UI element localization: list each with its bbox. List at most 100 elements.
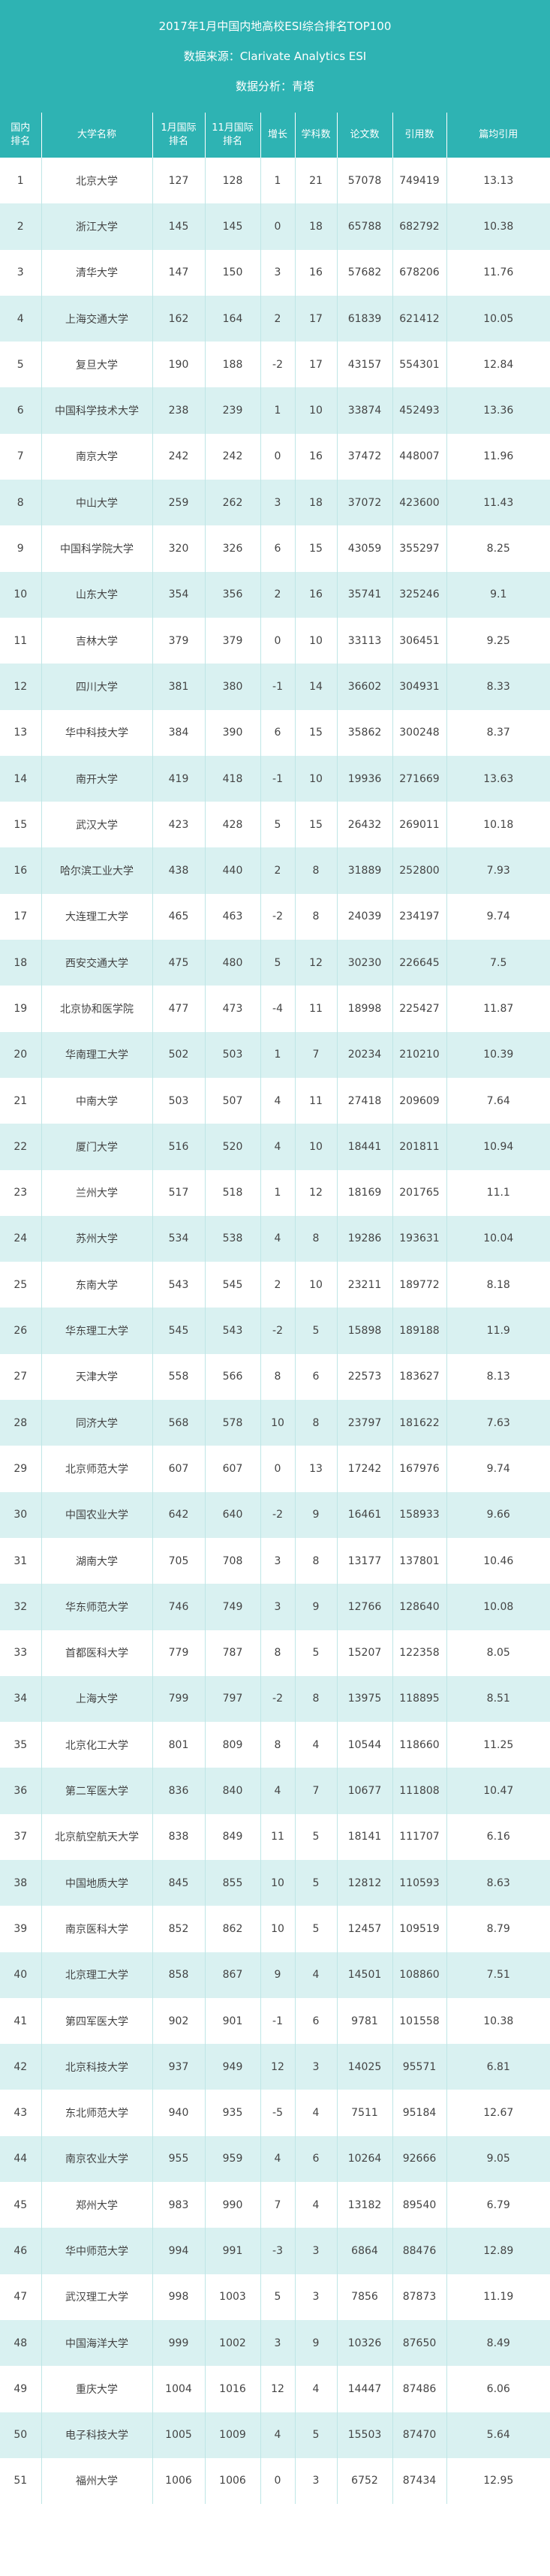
cell-citation-count: 355297 xyxy=(392,525,447,572)
cell-subject-count: 17 xyxy=(295,342,338,388)
table-row: 9 中国科学院大学 320 326 6 15 43059 355297 8.25 xyxy=(0,525,550,572)
table-row: 25 东南大学 543 545 2 10 23211 189772 8.18 xyxy=(0,1262,550,1308)
table-row: 50 电子科技大学 1005 1009 4 5 15503 87470 5.64 xyxy=(0,2412,550,2458)
cell-rank-nov-intl: 538 xyxy=(205,1215,261,1262)
cell-university-name: 南京医科大学 xyxy=(41,1906,153,1952)
cell-citation-count: 101558 xyxy=(392,1997,447,2045)
table-row: 51 福州大学 1006 1006 0 3 6752 87434 12.95 xyxy=(0,2457,550,2505)
cell-university-name: 华中科技大学 xyxy=(41,709,153,756)
column-header-university-name: 大学名称 xyxy=(41,113,153,158)
table-row: 37 北京航空航天大学 838 849 11 5 18141 111707 6.16 xyxy=(0,1813,550,1860)
cell-rank-nov-intl: 545 xyxy=(205,1262,261,1308)
cell-rank-nov-intl: 473 xyxy=(205,986,261,1032)
cell-rank-domestic: 15 xyxy=(0,802,42,848)
cell-university-name: 湖南大学 xyxy=(41,1537,153,1584)
cell-university-name: 浙江大学 xyxy=(41,203,153,250)
cell-rank-change: -2 xyxy=(260,1675,296,1723)
cell-rank-domestic: 44 xyxy=(0,2135,42,2183)
cell-avg-citations: 8.25 xyxy=(486,543,510,555)
table-row: 22 厦门大学 516 520 4 10 18441 201811 10.94 xyxy=(0,1124,550,1170)
cell-citation-count: 109519 xyxy=(392,1906,447,1952)
cell-rank-domestic: 40 xyxy=(0,1952,42,1998)
cell-rank-domestic: 24 xyxy=(0,1215,42,1262)
cell-subject-count: 4 xyxy=(295,2182,338,2228)
cell-paper-count: 33113 xyxy=(337,617,393,664)
cell-rank-jan-intl: 503 xyxy=(152,1077,206,1124)
cell-university-name: 北京化工大学 xyxy=(41,1722,153,1768)
cell-rank-change: 4 xyxy=(260,2135,296,2183)
cell-university-name: 上海交通大学 xyxy=(41,295,153,342)
cell-subject-count: 6 xyxy=(295,1353,338,1401)
cell-university-name: 中南大学 xyxy=(41,1077,153,1124)
cell-rank-jan-intl: 994 xyxy=(152,2228,206,2274)
cell-paper-count: 6752 xyxy=(337,2457,393,2505)
cell-rank-jan-intl: 999 xyxy=(152,2319,206,2367)
cell-rank-nov-intl: 326 xyxy=(205,525,261,572)
table-row: 5 复旦大学 190 188 -2 17 43157 554301 12.84 xyxy=(0,342,550,388)
cell-rank-nov-intl: 708 xyxy=(205,1537,261,1584)
cell-rank-change: 1 xyxy=(260,1169,296,1216)
cell-paper-count: 27418 xyxy=(337,1077,393,1124)
cell-paper-count: 12457 xyxy=(337,1906,393,1952)
cell-university-name: 华东师范大学 xyxy=(41,1584,153,1630)
cell-avg-citations: 8.05 xyxy=(486,1647,510,1660)
cell-subject-count: 4 xyxy=(295,1722,338,1768)
table-row: 15 武汉大学 423 428 5 15 26432 269011 10.18 xyxy=(0,802,550,848)
table-row: 14 南开大学 419 418 -1 10 19936 271669 13.63 xyxy=(0,755,550,802)
cell-university-name: 北京航空航天大学 xyxy=(41,1813,153,1860)
table-row: 42 北京科技大学 937 949 12 3 14025 95571 6.81 xyxy=(0,2044,550,2090)
cell-avg-citations: 8.33 xyxy=(486,680,510,693)
cell-rank-nov-intl: 145 xyxy=(205,203,261,250)
cell-citation-count: 452493 xyxy=(392,387,447,434)
cell-rank-nov-intl: 949 xyxy=(205,2044,261,2090)
cell-rank-change: -2 xyxy=(260,1491,296,1538)
cell-rank-nov-intl: 262 xyxy=(205,480,261,526)
cell-avg-citations: 13.13 xyxy=(483,174,514,187)
cell-subject-count: 8 xyxy=(295,893,338,940)
cell-avg-citations: 9.74 xyxy=(486,1462,510,1475)
cell-avg-citations: 7.5 xyxy=(490,956,507,969)
cell-university-name: 福州大学 xyxy=(41,2457,153,2505)
cell-paper-count: 13177 xyxy=(337,1537,393,1584)
cell-citation-count: 183627 xyxy=(392,1353,447,1401)
cell-avg-citations: 6.16 xyxy=(486,1831,510,1843)
cell-rank-domestic: 32 xyxy=(0,1584,42,1630)
cell-rank-domestic: 27 xyxy=(0,1353,42,1401)
cell-rank-domestic: 2 xyxy=(0,203,42,250)
cell-paper-count: 24039 xyxy=(337,893,393,940)
cell-rank-domestic: 22 xyxy=(0,1124,42,1170)
cell-subject-count: 6 xyxy=(295,2135,338,2183)
column-header-rank-change: 增长 xyxy=(260,113,296,158)
cell-citation-count: 252800 xyxy=(392,847,447,894)
table-body: 1 北京大学 127 128 1 21 57078 749419 13.13 2 浙江大学 145 14… xyxy=(0,158,550,2505)
cell-rank-jan-intl: 516 xyxy=(152,1124,206,1170)
cell-paper-count: 10264 xyxy=(337,2135,393,2183)
cell-paper-count: 37072 xyxy=(337,480,393,526)
cell-university-name: 华南理工大学 xyxy=(41,1031,153,1078)
cell-rank-domestic: 12 xyxy=(0,664,42,710)
cell-subject-count: 5 xyxy=(295,1906,338,1952)
table-row: 11 吉林大学 379 379 0 10 33113 306451 9.25 xyxy=(0,617,550,664)
cell-rank-nov-intl: 991 xyxy=(205,2228,261,2274)
cell-paper-count: 65788 xyxy=(337,203,393,250)
cell-citation-count: 554301 xyxy=(392,342,447,388)
cell-paper-count: 13182 xyxy=(337,2182,393,2228)
cell-rank-change: 3 xyxy=(260,249,296,296)
cell-rank-change: 4 xyxy=(260,1077,296,1124)
cell-avg-citations: 7.64 xyxy=(486,1094,510,1107)
cell-avg-citations: 11.25 xyxy=(483,1738,514,1751)
cell-citation-count: 110593 xyxy=(392,1859,447,1906)
cell-citation-count: 87486 xyxy=(392,2366,447,2412)
cell-university-name: 中山大学 xyxy=(41,480,153,526)
cell-university-name: 武汉大学 xyxy=(41,802,153,848)
column-header-rank-jan-intl: 1月国际 排名 xyxy=(152,113,206,158)
cell-rank-change: 5 xyxy=(260,940,296,986)
cell-avg-citations: 11.87 xyxy=(483,1002,514,1015)
cell-rank-domestic: 7 xyxy=(0,433,42,480)
table-row: 16 哈尔滨工业大学 438 440 2 8 31889 252800 7.93 xyxy=(0,847,550,894)
cell-rank-jan-intl: 642 xyxy=(152,1491,206,1538)
cell-rank-domestic: 37 xyxy=(0,1813,42,1860)
cell-university-name: 北京理工大学 xyxy=(41,1952,153,1998)
cell-rank-change: 0 xyxy=(260,433,296,480)
cell-rank-domestic: 41 xyxy=(0,1997,42,2045)
